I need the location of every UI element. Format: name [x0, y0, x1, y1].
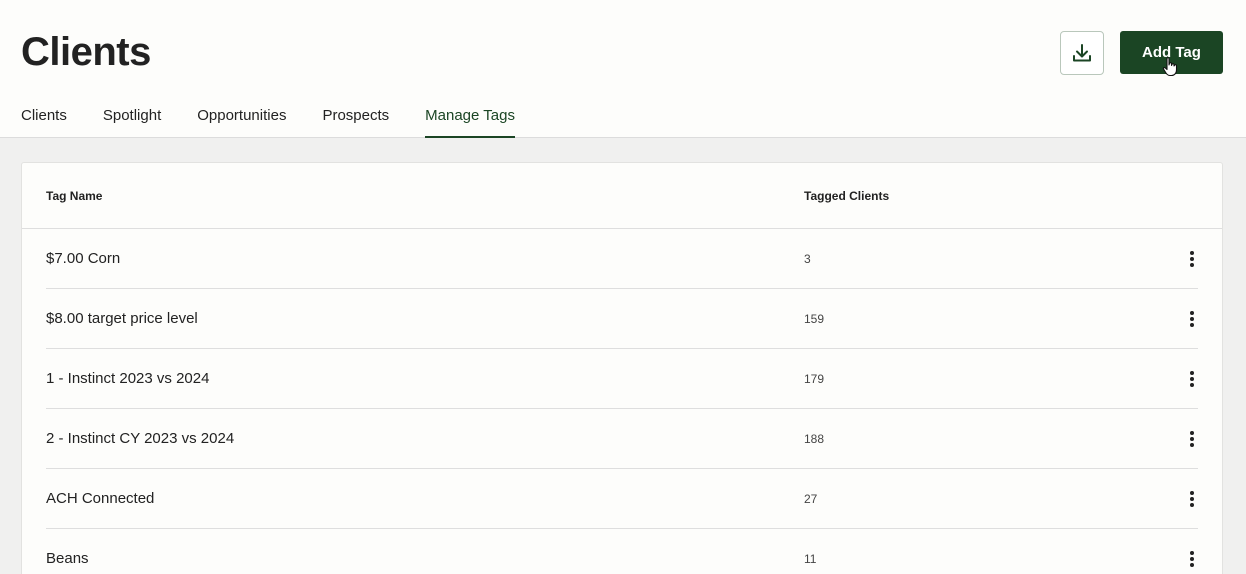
page-title: Clients — [21, 30, 151, 74]
table-row[interactable]: $7.00 Corn 3 — [46, 229, 1198, 289]
tag-name: Beans — [46, 550, 89, 567]
column-header-tag-name[interactable]: Tag Name — [46, 189, 102, 203]
tagged-clients-count: 27 — [804, 492, 818, 506]
tagged-clients-count: 188 — [804, 432, 825, 446]
tab-opportunities[interactable]: Opportunities — [197, 106, 286, 138]
column-header-tagged-clients[interactable]: Tagged Clients — [804, 189, 889, 203]
more-vertical-icon[interactable] — [1186, 369, 1198, 389]
tag-name: 1 - Instinct 2023 vs 2024 — [46, 370, 210, 387]
tab-manage-tags[interactable]: Manage Tags — [425, 106, 515, 138]
table-row[interactable]: $8.00 target price level 159 — [46, 289, 1198, 349]
table-header: Tag Name Tagged Clients — [22, 163, 1222, 229]
table-row[interactable]: 2 - Instinct CY 2023 vs 2024 188 — [46, 409, 1198, 469]
tagged-clients-count: 159 — [804, 312, 825, 326]
tag-name: $8.00 target price level — [46, 310, 198, 327]
more-vertical-icon[interactable] — [1186, 489, 1198, 509]
tab-clients[interactable]: Clients — [21, 106, 67, 138]
more-vertical-icon[interactable] — [1186, 429, 1198, 449]
tagged-clients-count: 11 — [804, 552, 817, 566]
download-icon — [1073, 44, 1091, 62]
download-button[interactable] — [1060, 31, 1104, 75]
tagged-clients-count: 179 — [804, 372, 825, 386]
tag-name: ACH Connected — [46, 490, 155, 507]
tags-table: Tag Name Tagged Clients $7.00 Corn 3 $8.… — [21, 162, 1223, 574]
tab-spotlight[interactable]: Spotlight — [103, 106, 161, 138]
tag-name: 2 - Instinct CY 2023 vs 2024 — [46, 430, 235, 447]
page-header: Clients Add Tag Clients Spotlight Opport… — [0, 0, 1246, 138]
table-row[interactable]: Beans 11 — [46, 529, 1198, 574]
hand-cursor-icon — [1162, 57, 1178, 77]
tab-prospects[interactable]: Prospects — [322, 106, 389, 138]
tab-bar: Clients Spotlight Opportunities Prospect… — [21, 106, 551, 138]
more-vertical-icon[interactable] — [1186, 549, 1198, 569]
main-content: Tag Name Tagged Clients $7.00 Corn 3 $8.… — [0, 138, 1246, 574]
tag-name: $7.00 Corn — [46, 250, 121, 267]
more-vertical-icon[interactable] — [1186, 249, 1198, 269]
tagged-clients-count: 3 — [804, 252, 811, 266]
table-row[interactable]: 1 - Instinct 2023 vs 2024 179 — [46, 349, 1198, 409]
more-vertical-icon[interactable] — [1186, 309, 1198, 329]
table-row[interactable]: ACH Connected 27 — [46, 469, 1198, 529]
